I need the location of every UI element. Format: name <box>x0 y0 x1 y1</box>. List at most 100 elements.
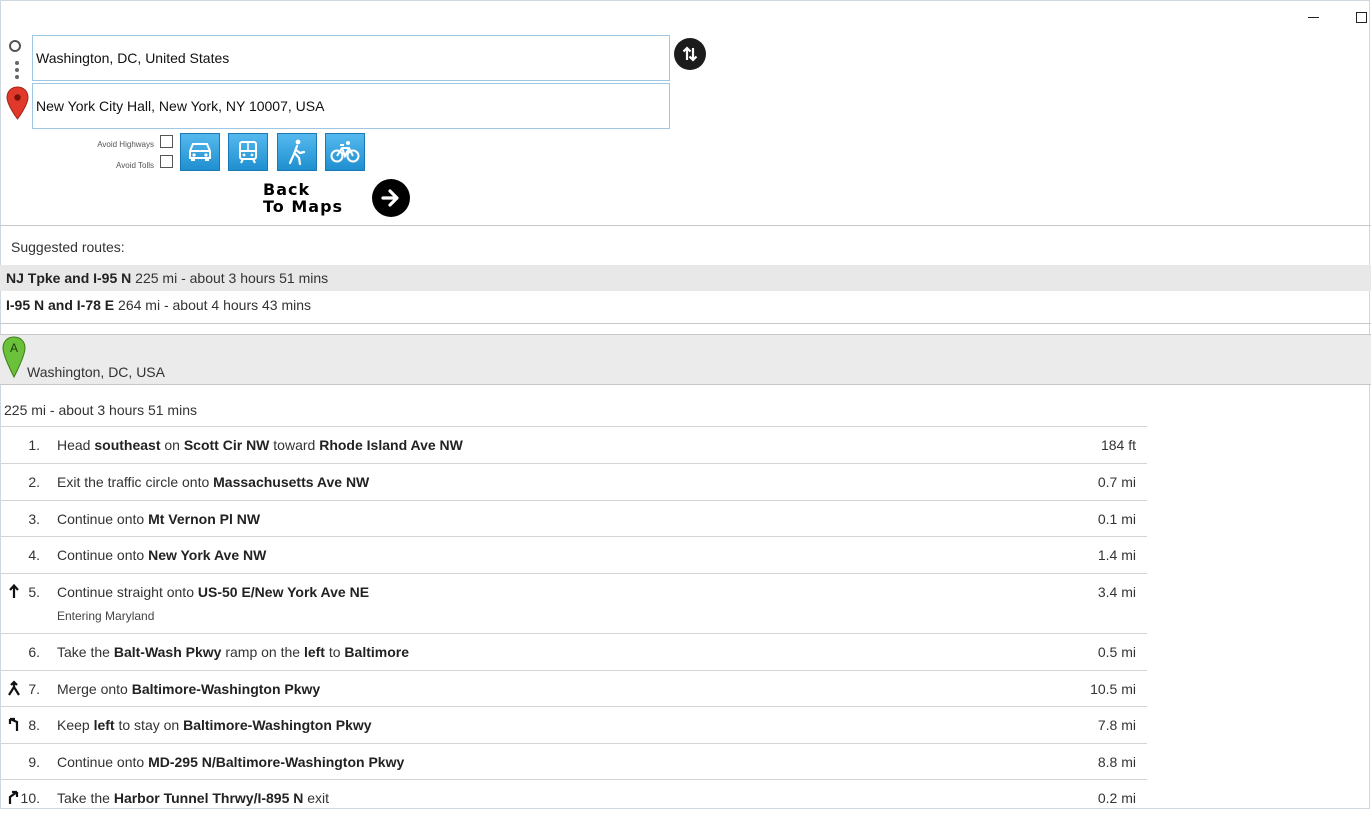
destination-input[interactable] <box>32 83 670 129</box>
step-instruction: Continue onto New York Ave NW <box>57 547 266 563</box>
maximize-icon <box>1355 11 1367 23</box>
destination-pin-icon <box>6 86 29 125</box>
instruction-emphasis: southeast <box>94 437 161 453</box>
instruction-text: Continue onto <box>57 511 149 527</box>
direction-step[interactable]: 3. Continue onto Mt Vernon Pl NW 0.1 mi <box>0 500 1147 536</box>
route-summary: 225 mi - about 3 hours 51 mins <box>4 402 197 418</box>
transit-mode-button[interactable] <box>228 133 268 171</box>
divider <box>0 225 1371 226</box>
step-instruction: Take the Harbor Tunnel Thrwy/I-895 N exi… <box>57 790 329 806</box>
walking-mode-button[interactable] <box>277 133 317 171</box>
direction-step[interactable]: 2. Exit the traffic circle onto Massachus… <box>0 463 1147 500</box>
instruction-text: toward <box>269 437 320 453</box>
instruction-emphasis: Massachusetts Ave NW <box>213 474 370 490</box>
step-distance: 1.4 mi <box>1097 547 1136 563</box>
instruction-emphasis: New York Ave NW <box>148 547 267 563</box>
minimize-button[interactable] <box>1302 8 1324 26</box>
avoid-highways-label: Avoid Highways <box>97 140 154 149</box>
step-distance: 0.7 mi <box>1097 474 1136 490</box>
route-name: NJ Tpke and I-95 N <box>6 270 132 286</box>
step-instruction: Take the Balt-Wash Pkwy ramp on the left… <box>57 644 409 660</box>
step-distance: 0.1 mi <box>1097 511 1136 527</box>
instruction-text: on <box>160 437 184 453</box>
swap-arrows-icon <box>682 46 698 62</box>
start-pin-a-icon: A <box>2 336 26 383</box>
arrow-right-icon <box>372 179 410 217</box>
suggested-route-1[interactable]: NJ Tpke and I-95 N 225 mi - about 3 hour… <box>0 265 1371 291</box>
step-instruction: Keep left to stay on Baltimore-Washingto… <box>57 717 372 733</box>
direction-step[interactable]: 1. Head southeast on Scott Cir NW toward … <box>0 426 1147 463</box>
route-name: I-95 N and I-78 E <box>6 297 115 313</box>
divider <box>0 323 1371 324</box>
instruction-emphasis: left <box>93 717 115 733</box>
route-detail: 264 mi - about 4 hours 43 mins <box>114 297 312 313</box>
instruction-text: Continue onto <box>57 547 149 563</box>
suggested-routes-title: Suggested routes: <box>11 239 125 255</box>
instruction-text: exit <box>303 790 330 806</box>
instruction-text: Exit the traffic circle onto <box>57 474 214 490</box>
step-distance: 184 ft <box>1100 437 1136 453</box>
car-icon <box>189 143 211 161</box>
suggested-route-2[interactable]: I-95 N and I-78 E 264 mi - about 4 hours… <box>0 292 1371 318</box>
step-instruction: Head southeast on Scott Cir NW toward Rh… <box>57 437 463 453</box>
origin-input[interactable] <box>32 35 670 81</box>
step-number: 10. <box>20 790 40 806</box>
start-location-box <box>0 334 1371 385</box>
route-detail: 225 mi - about 3 hours 51 mins <box>131 270 329 286</box>
step-number: 9. <box>28 754 40 770</box>
instruction-text: to stay on <box>114 717 184 733</box>
step-instruction: Continue straight onto US-50 E/New York … <box>57 584 369 600</box>
instruction-text: Head <box>57 437 95 453</box>
step-number: 2. <box>28 474 40 490</box>
step-number: 1. <box>28 437 40 453</box>
direction-step[interactable]: 6. Take the Balt-Wash Pkwy ramp on the le… <box>0 633 1147 670</box>
step-instruction: Continue onto Mt Vernon Pl NW <box>57 511 260 527</box>
instruction-emphasis: Baltimore-Washington Pkwy <box>183 717 372 733</box>
direction-step[interactable]: 4. Continue onto New York Ave NW 1.4 mi <box>0 536 1147 573</box>
svg-text:A: A <box>10 341 18 355</box>
step-distance: 3.4 mi <box>1097 584 1136 600</box>
route-dots-icon <box>15 61 19 82</box>
step-instruction: Continue onto MD-295 N/Baltimore-Washing… <box>57 754 404 770</box>
step-distance: 10.5 mi <box>1090 681 1136 697</box>
instruction-emphasis: left <box>303 644 325 660</box>
direction-step[interactable]: 10. Take the Harbor Tunnel Thrwy/I-895 N … <box>0 779 1147 816</box>
instruction-text: to <box>324 644 345 660</box>
step-distance: 7.8 mi <box>1097 717 1136 733</box>
instruction-emphasis: Scott Cir NW <box>183 437 270 453</box>
driving-mode-button[interactable] <box>180 133 220 171</box>
step-distance: 0.2 mi <box>1097 790 1136 806</box>
swap-button[interactable] <box>674 38 706 70</box>
directions-steps-list: 1. Head southeast on Scott Cir NW toward … <box>0 426 1147 816</box>
instruction-emphasis: Harbor Tunnel Thrwy/I-895 N <box>113 790 304 806</box>
instruction-text: Continue straight onto <box>57 584 198 600</box>
instruction-emphasis: Baltimore <box>344 644 409 660</box>
step-number: 8. <box>28 717 40 733</box>
step-instruction: Exit the traffic circle onto Massachuset… <box>57 474 369 490</box>
step-distance: 8.8 mi <box>1097 754 1136 770</box>
step-number: 4. <box>28 547 40 563</box>
direction-step[interactable]: 9. Continue onto MD-295 N/Baltimore-Washi… <box>0 743 1147 779</box>
instruction-emphasis: Mt Vernon Pl NW <box>148 511 261 527</box>
direction-step[interactable]: 5. Continue straight onto US-50 E/New Yor… <box>0 573 1147 633</box>
step-number: 5. <box>28 584 40 600</box>
step-number: 3. <box>28 511 40 527</box>
instruction-emphasis: Baltimore-Washington Pkwy <box>131 681 321 697</box>
direction-step[interactable]: 7. Merge onto Baltimore-Washington Pkwy 10… <box>0 670 1147 706</box>
instruction-text: ramp on the <box>221 644 304 660</box>
direction-step[interactable]: 8. Keep left to stay on Baltimore-Washing… <box>0 706 1147 743</box>
maximize-button[interactable] <box>1350 8 1371 26</box>
step-number: 7. <box>28 681 40 697</box>
bicycle-icon <box>330 141 360 163</box>
origin-circle-icon <box>9 40 21 52</box>
avoid-tolls-checkbox[interactable] <box>160 155 173 168</box>
avoid-tolls-label: Avoid Tolls <box>116 161 154 170</box>
instruction-text: Merge onto <box>57 681 132 697</box>
back-to-maps-label: Back To Maps <box>263 180 344 216</box>
instruction-emphasis: MD-295 N/Baltimore-Washington Pkwy <box>148 754 405 770</box>
step-number: 6. <box>28 644 40 660</box>
avoid-highways-checkbox[interactable] <box>160 135 173 148</box>
cycling-mode-button[interactable] <box>325 133 365 171</box>
back-to-maps-button[interactable]: Back To Maps <box>263 178 410 218</box>
minimize-icon <box>1307 16 1319 18</box>
